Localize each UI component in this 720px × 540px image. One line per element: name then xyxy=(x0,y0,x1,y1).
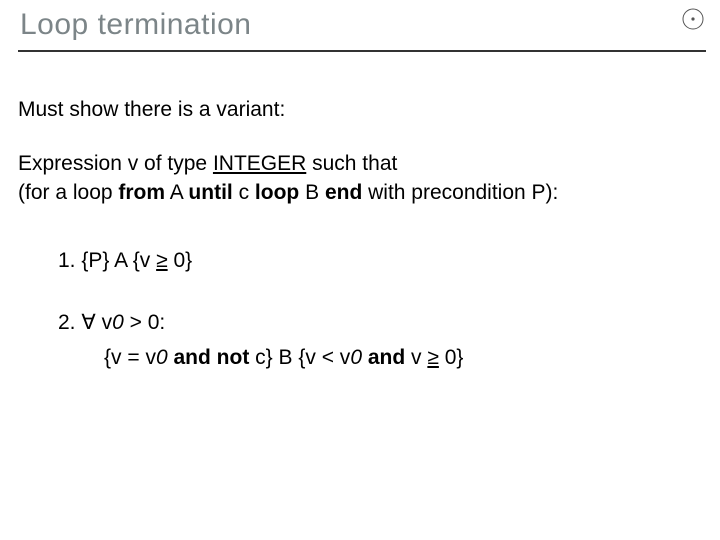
text: A xyxy=(165,181,188,204)
integer-word: INTEGER xyxy=(213,152,306,175)
condition-2-line1: 2. ∀ v0 > 0: xyxy=(58,309,702,337)
subscript-zero: 0 xyxy=(112,311,124,334)
condition-1: 1. {P} A {v ≥ 0} xyxy=(58,247,702,275)
text: (for a loop xyxy=(18,181,118,204)
subscript-zero: 0 xyxy=(350,346,362,369)
slide-title: Loop termination xyxy=(20,8,251,42)
text: 0} xyxy=(439,346,464,369)
text: c xyxy=(233,181,255,204)
text: v xyxy=(405,346,427,369)
text: such that xyxy=(306,152,397,175)
keyword-end: end xyxy=(325,181,362,204)
ge-symbol: ≥ xyxy=(156,249,168,272)
logo-icon xyxy=(682,8,704,30)
keyword-until: until xyxy=(188,181,232,204)
expression-para: Expression v of type INTEGER such that (… xyxy=(18,150,702,207)
slide-body: Must show there is a variant: Expression… xyxy=(18,96,702,372)
text: c} B {v < v xyxy=(249,346,350,369)
item-number: 1. xyxy=(58,249,81,272)
keyword-and: and xyxy=(173,346,210,369)
text: {v = v xyxy=(104,346,156,369)
ge-symbol: ≥ xyxy=(427,346,439,369)
forall-symbol: ∀ xyxy=(81,311,95,334)
text: B xyxy=(299,181,325,204)
keyword-loop: loop xyxy=(255,181,299,204)
text: with precondition P): xyxy=(362,181,558,204)
text: > 0: xyxy=(124,311,165,334)
text: 0} xyxy=(168,249,193,272)
text: {P} A {v xyxy=(81,249,156,272)
text: Expression v of type xyxy=(18,152,213,175)
slide: Loop termination Must show there is a va… xyxy=(0,0,720,540)
keyword-and: and xyxy=(368,346,405,369)
condition-2-line2: {v = v0 and not c} B {v < v0 and v ≥ 0} xyxy=(104,344,702,372)
intro-line: Must show there is a variant: xyxy=(18,96,702,124)
keyword-from: from xyxy=(118,181,165,204)
text: v xyxy=(96,311,112,334)
subscript-zero: 0 xyxy=(156,346,168,369)
keyword-not: not xyxy=(217,346,250,369)
item-number: 2. xyxy=(58,311,81,334)
title-underline xyxy=(18,50,706,52)
